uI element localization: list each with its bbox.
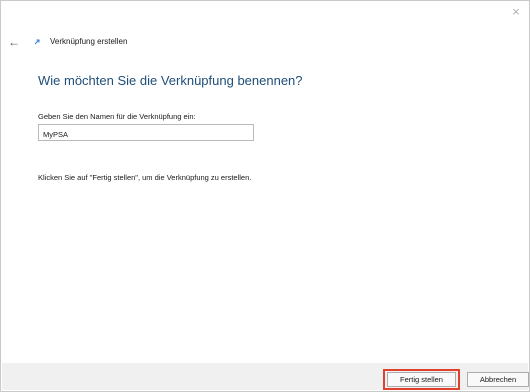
- close-icon[interactable]: ×: [507, 3, 525, 21]
- cancel-button[interactable]: Abbrechen: [467, 372, 529, 387]
- page-heading: Wie möchten Sie die Verknüpfung benennen…: [38, 73, 303, 88]
- finish-button[interactable]: Fertig stellen: [387, 372, 456, 387]
- create-shortcut-dialog: × ← Verknüpfung erstellen Wie möchten Si…: [0, 0, 530, 392]
- finish-instruction-text: Klicken Sie auf "Fertig stellen", um die…: [38, 173, 252, 182]
- window-title: Verknüpfung erstellen: [50, 37, 128, 46]
- name-prompt-label: Geben Sie den Namen für die Verknüpfung …: [38, 112, 196, 121]
- back-arrow-icon[interactable]: ←: [7, 35, 21, 49]
- shortcut-name-input[interactable]: [38, 124, 254, 141]
- shortcut-icon: [34, 39, 40, 45]
